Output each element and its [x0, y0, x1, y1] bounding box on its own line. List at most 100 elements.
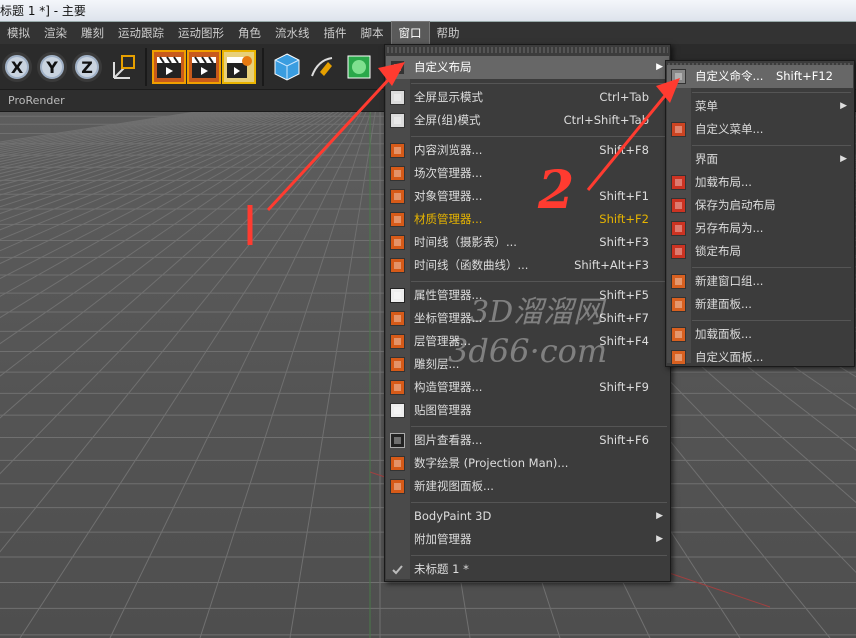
menu-item-window-15[interactable]: 图片查看器... Shift+F6	[386, 429, 669, 452]
menu-item-shortcut: Ctrl+Tab	[599, 90, 649, 104]
menu-item-window-6[interactable]: 材质管理器... Shift+F2	[386, 208, 669, 231]
subdivision-icon	[347, 55, 371, 79]
menu-item-label: 材质管理器...	[414, 212, 483, 226]
menu-item-window-16[interactable]: 数字绘景 (Projection Man)...	[386, 452, 669, 475]
structure-manager-icon	[390, 380, 405, 395]
menu-item-window-1[interactable]: 全屏显示模式 Ctrl+Tab	[386, 86, 669, 109]
menu-item-custom-1[interactable]: 菜单 ▶	[667, 95, 853, 118]
pen-spline-button[interactable]	[306, 50, 340, 84]
render-settings-button[interactable]	[222, 50, 256, 84]
z-axis-lock-button[interactable]: Z	[72, 52, 102, 82]
clapperboard-icon	[157, 56, 181, 78]
menu-item-custom-3[interactable]: 界面 ▶	[667, 148, 853, 171]
menu-item-custom-10[interactable]: 加载面板...	[667, 323, 853, 346]
watermark-url: 3d66·com	[448, 332, 608, 370]
cube-primitive-button[interactable]	[270, 50, 304, 84]
menu-item-window-4[interactable]: 场次管理器...	[386, 162, 669, 185]
menu-item-window-18[interactable]: BodyPaint 3D ▶	[386, 505, 669, 528]
menubar-item-4[interactable]: 运动图形	[171, 22, 231, 44]
menu-item-label: 加载面板...	[695, 327, 752, 341]
empty-icon	[671, 99, 686, 114]
menu-item-custom-9[interactable]: 新建面板...	[667, 293, 853, 316]
subdivision-surface-button[interactable]	[342, 50, 376, 84]
menu-item-custom-2[interactable]: 自定义菜单...	[667, 118, 853, 141]
object-manager-icon	[390, 189, 405, 204]
menu-item-label: 新建视图面板...	[414, 479, 494, 493]
coordinate-system-button[interactable]	[108, 50, 142, 84]
menu-item-custom-4[interactable]: 加载布局...	[667, 171, 853, 194]
menu-item-window-0[interactable]: 自定义布局 ▶	[386, 56, 669, 79]
menu-item-window-3[interactable]: 内容浏览器... Shift+F8	[386, 139, 669, 162]
x-axis-label: X	[10, 57, 24, 77]
menu-item-window-17[interactable]: 新建视图面板...	[386, 475, 669, 498]
menubar-item-0[interactable]: 模拟	[0, 22, 37, 44]
save-startup-layout-icon	[671, 198, 686, 213]
attribute-manager-icon	[390, 288, 405, 303]
timeline-icon	[390, 235, 405, 250]
menu-item-custom-7[interactable]: 锁定布局	[667, 240, 853, 263]
menu-separator	[411, 135, 667, 137]
menu-item-shortcut: Shift+F9	[599, 380, 649, 394]
menu-tearoff-grip[interactable]	[387, 47, 668, 53]
menu-item-label: BodyPaint 3D	[414, 509, 492, 523]
menubar-item-5[interactable]: 角色	[231, 22, 268, 44]
toolbar-separator	[262, 48, 264, 86]
menu-item-window-2[interactable]: 全屏(组)模式 Ctrl+Shift+Tab	[386, 109, 669, 132]
menubar-item-10[interactable]: 帮助	[430, 22, 467, 44]
menu-separator	[692, 144, 851, 146]
menu-item-window-20[interactable]: 未标题 1 *	[386, 558, 669, 581]
menu-item-label: 图片查看器...	[414, 433, 483, 447]
menu-item-window-7[interactable]: 时间线（摄影表）... Shift+F3	[386, 231, 669, 254]
menu-item-label: 全屏(组)模式	[414, 113, 481, 127]
menu-item-shortcut: Shift+F8	[599, 143, 649, 157]
clapperboard-icon	[192, 56, 216, 78]
menu-item-custom-5[interactable]: 保存为启动布局	[667, 194, 853, 217]
y-axis-label: Y	[46, 57, 58, 77]
menu-item-label: 数字绘景 (Projection Man)...	[414, 456, 569, 470]
menubar-item-9[interactable]: 窗口	[390, 21, 430, 45]
fullscreen-icon	[390, 90, 405, 105]
menubar-item-3[interactable]: 运动跟踪	[111, 22, 171, 44]
render-settings-icon	[227, 56, 252, 78]
menu-item-custom-0[interactable]: 自定义命令... Shift+F12	[667, 65, 853, 88]
menu-item-label: 保存为启动布局	[695, 198, 776, 212]
menu-item-label: 内容浏览器...	[414, 143, 483, 157]
menu-item-shortcut: Ctrl+Shift+Tab	[563, 113, 649, 127]
menu-item-label: 自定义菜单...	[695, 122, 764, 136]
menu-separator	[692, 266, 851, 268]
menu-item-label: 时间线（摄影表）...	[414, 235, 517, 249]
coordinate-manager-icon	[390, 311, 405, 326]
y-axis-lock-button[interactable]: Y	[37, 52, 67, 82]
menu-item-custom-6[interactable]: 另存布局为...	[667, 217, 853, 240]
menu-item-window-13[interactable]: 构造管理器... Shift+F9	[386, 376, 669, 399]
load-layout-icon	[671, 175, 686, 190]
menubar-item-1[interactable]: 渲染	[37, 22, 74, 44]
menu-item-shortcut: Shift+F6	[599, 433, 649, 447]
x-axis-lock-button[interactable]: X	[2, 52, 32, 82]
menubar: 模拟 渲染 雕刻 运动跟踪 运动图形 角色 流水线 插件 脚本 窗口 帮助	[0, 21, 856, 45]
menu-item-window-14[interactable]: 贴图管理器	[386, 399, 669, 422]
blank-icon	[390, 60, 405, 75]
menu-item-custom-11[interactable]: 自定义面板...	[667, 346, 853, 369]
menu-item-label: 附加管理器	[414, 532, 472, 546]
menu-item-label: 菜单	[695, 99, 718, 113]
menubar-item-6[interactable]: 流水线	[268, 22, 317, 44]
menu-item-window-19[interactable]: 附加管理器 ▶	[386, 528, 669, 551]
render-picture-viewer-button[interactable]	[187, 50, 221, 84]
menu-item-window-8[interactable]: 时间线（函数曲线）... Shift+Alt+F3	[386, 254, 669, 277]
material-manager-icon	[390, 212, 405, 227]
menubar-item-2[interactable]: 雕刻	[74, 22, 111, 44]
z-axis-label: Z	[81, 57, 93, 77]
menubar-item-7[interactable]: 插件	[317, 22, 354, 44]
sculpt-layer-icon	[390, 357, 405, 372]
menu-item-label: 界面	[695, 152, 718, 166]
customize-commands-icon	[671, 69, 686, 84]
render-view-button[interactable]	[152, 50, 186, 84]
menu-item-label: 时间线（函数曲线）...	[414, 258, 529, 272]
menubar-item-8[interactable]: 脚本	[354, 22, 391, 44]
menu-item-window-5[interactable]: 对象管理器... Shift+F1	[386, 185, 669, 208]
empty-icon	[671, 152, 686, 167]
menu-item-custom-8[interactable]: 新建窗口组...	[667, 270, 853, 293]
submenu-arrow-icon: ▶	[656, 511, 663, 521]
cube-icon	[274, 53, 300, 81]
